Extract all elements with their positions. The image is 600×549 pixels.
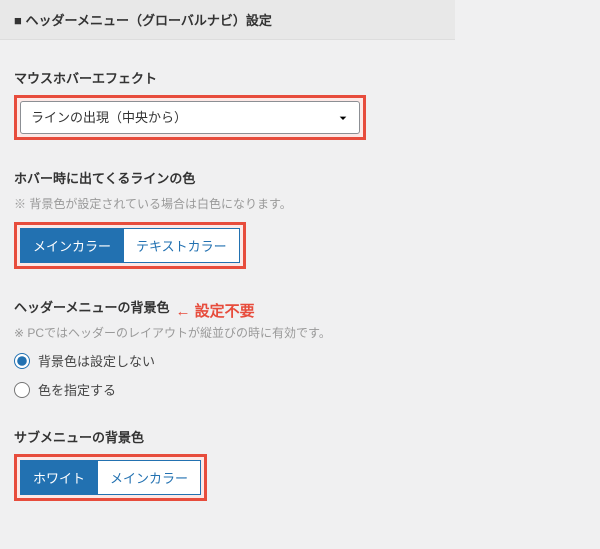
hover-line-color-main-button[interactable]: メインカラー (21, 229, 123, 262)
field-header-bg: ヘッダーメニューの背景色 ← 設定不要 ※ PCではヘッダーのレイアウトが縦並び… (14, 297, 441, 399)
header-bg-inline-note: ← 設定不要 (175, 300, 254, 321)
field-hover-effect: マウスホバーエフェクト ラインの出現（中央から） (14, 68, 441, 140)
header-bg-radio-none[interactable] (14, 353, 30, 369)
hover-line-color-text-button[interactable]: テキストカラー (123, 229, 239, 262)
submenu-bg-label: サブメニューの背景色 (14, 427, 441, 446)
hover-line-color-group: メインカラー テキストカラー (20, 228, 240, 263)
submenu-bg-main-button[interactable]: メインカラー (97, 461, 200, 494)
header-bg-radio-color[interactable] (14, 382, 30, 398)
highlight-hover-effect: ラインの出現（中央から） (14, 95, 366, 140)
hover-line-color-note: ※ 背景色が設定されている場合は白色になります。 (14, 195, 441, 212)
highlight-submenu-bg: ホワイト メインカラー (14, 454, 207, 501)
field-submenu-bg: サブメニューの背景色 ホワイト メインカラー (14, 427, 441, 501)
field-hover-line-color: ホバー時に出てくるラインの色 ※ 背景色が設定されている場合は白色になります。 … (14, 168, 441, 269)
header-bg-note: ※ PCではヘッダーのレイアウトが縦並びの時に有効です。 (14, 324, 441, 341)
hover-line-color-label: ホバー時に出てくるラインの色 (14, 168, 441, 187)
section-header: ■ ヘッダーメニュー（グローバルナビ）設定 (0, 0, 455, 40)
highlight-hover-line-color: メインカラー テキストカラー (14, 222, 246, 269)
header-bg-radio-color-row: 色を指定する (14, 380, 441, 399)
submenu-bg-white-button[interactable]: ホワイト (21, 461, 97, 494)
header-bg-radio-none-label[interactable]: 背景色は設定しない (38, 351, 155, 370)
header-bg-radio-color-label[interactable]: 色を指定する (38, 380, 116, 399)
header-bg-radio-none-row: 背景色は設定しない (14, 351, 441, 370)
hover-effect-label: マウスホバーエフェクト (14, 68, 441, 87)
submenu-bg-group: ホワイト メインカラー (20, 460, 201, 495)
hover-effect-select[interactable]: ラインの出現（中央から） (20, 101, 360, 134)
header-bg-label: ヘッダーメニューの背景色 (14, 297, 169, 316)
